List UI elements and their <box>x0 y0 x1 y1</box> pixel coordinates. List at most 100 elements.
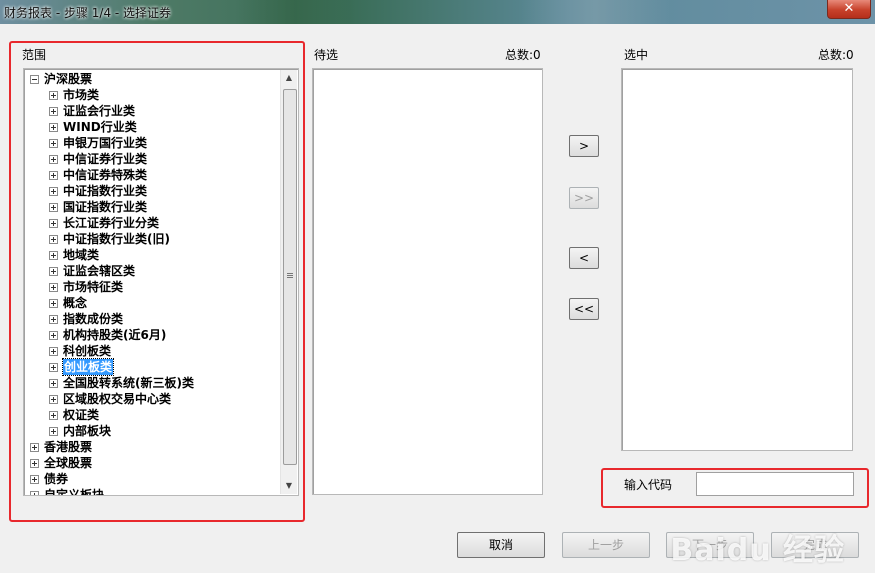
remove-button[interactable]: < <box>569 247 599 269</box>
tree-node-label: 创业板类 <box>61 358 115 376</box>
tree-node-label: 指数成份类 <box>63 312 124 326</box>
tree-node-root[interactable]: 沪深股票 <box>24 71 279 87</box>
expand-icon[interactable] <box>49 91 58 100</box>
tree-scrollbar[interactable]: ▲ ▼ <box>280 70 297 494</box>
expand-icon[interactable] <box>49 411 58 420</box>
expand-icon[interactable] <box>49 203 58 212</box>
tree-node[interactable]: 创业板类 <box>24 358 279 376</box>
watermark-logo: Baidu 经验 <box>670 533 845 568</box>
tree-node-root[interactable]: 债券 <box>24 471 279 487</box>
expand-icon[interactable] <box>49 219 58 228</box>
pending-list[interactable] <box>312 68 543 495</box>
tree-node-label: 全球股票 <box>44 456 93 470</box>
add-all-button[interactable]: >> <box>569 187 599 209</box>
collapse-icon[interactable] <box>30 75 39 84</box>
tree-node[interactable]: 中信证券特殊类 <box>24 167 279 183</box>
expand-icon[interactable] <box>49 315 58 324</box>
expand-icon[interactable] <box>49 251 58 260</box>
tree-node[interactable]: 长江证券行业分类 <box>24 215 279 231</box>
close-icon: ✕ <box>843 1 855 16</box>
tree-node-label: 机构持股类(近6月) <box>63 328 167 342</box>
tree-node[interactable]: 区域股权交易中心类 <box>24 391 279 407</box>
tree-node-label: 证监会行业类 <box>63 104 136 118</box>
tree-node[interactable]: 市场类 <box>24 87 279 103</box>
expand-icon[interactable] <box>49 347 58 356</box>
expand-icon[interactable] <box>49 123 58 132</box>
tree-node-root[interactable]: 香港股票 <box>24 439 279 455</box>
tree-node-label: 中信证券特殊类 <box>63 168 148 182</box>
tree-node[interactable]: 中信证券行业类 <box>24 151 279 167</box>
expand-icon[interactable] <box>30 443 39 452</box>
expand-icon[interactable] <box>30 459 39 468</box>
cancel-button[interactable]: 取消 <box>457 532 545 558</box>
tree-node[interactable]: 科创板类 <box>24 343 279 359</box>
tree-node[interactable]: 内部板块 <box>24 423 279 439</box>
expand-icon[interactable] <box>49 427 58 436</box>
tree-node-label: 香港股票 <box>44 440 93 454</box>
tree-node[interactable]: 国证指数行业类 <box>24 199 279 215</box>
tree-node-label: 区域股权交易中心类 <box>63 392 172 406</box>
expand-icon[interactable] <box>49 379 58 388</box>
expand-icon[interactable] <box>49 299 58 308</box>
selected-list[interactable] <box>621 68 853 451</box>
tree-node-label: 全国股转系统(新三板)类 <box>63 376 194 390</box>
range-tree[interactable]: 沪深股票市场类证监会行业类 WIND行业类 申银万国行业类 中信证券行业类 中信证券特殊… <box>23 68 299 496</box>
tree-node[interactable]: 证监会行业类 <box>24 103 279 119</box>
tree-node-label: 申银万国行业类 <box>63 136 148 150</box>
tree-node[interactable]: 中证指数行业类 <box>24 183 279 199</box>
remove-all-button[interactable]: << <box>569 298 599 320</box>
tree-node-label: 证监会辖区类 <box>63 264 136 278</box>
tree-node[interactable]: WIND行业类 <box>24 119 279 135</box>
tree-node-label: 科创板类 <box>63 344 112 358</box>
cancel-button-label: 取消 <box>488 538 513 552</box>
tree-node-label: 市场特征类 <box>63 280 124 294</box>
scroll-down-icon[interactable]: ▼ <box>281 478 297 494</box>
expand-icon[interactable] <box>49 107 58 116</box>
expand-icon[interactable] <box>49 171 58 180</box>
tree-node-label: WIND行业类 <box>63 120 137 134</box>
expand-icon[interactable] <box>49 155 58 164</box>
pending-label: 待选 <box>314 48 339 62</box>
expand-icon[interactable] <box>49 187 58 196</box>
expand-icon[interactable] <box>49 139 58 148</box>
tree-node[interactable]: 机构持股类(近6月) <box>24 327 279 343</box>
dialog-body: 范围 沪深股票市场类证监会行业类 WIND行业类 申银万国行业类 中信证券行业类 中信证… <box>0 24 875 573</box>
tree-node[interactable]: 指数成份类 <box>24 311 279 327</box>
expand-icon[interactable] <box>49 395 58 404</box>
remove-button-label: < <box>578 251 590 265</box>
code-input-field[interactable] <box>696 472 854 496</box>
tree-node[interactable]: 概念 <box>24 295 279 311</box>
expand-icon[interactable] <box>30 491 39 495</box>
tree-node-label: 市场类 <box>63 88 100 102</box>
tree-node-label: 内部板块 <box>63 424 112 438</box>
pending-count: 总数:0 <box>505 48 541 62</box>
tree-node[interactable]: 地域类 <box>24 247 279 263</box>
scroll-thumb[interactable] <box>283 89 297 465</box>
expand-icon[interactable] <box>49 235 58 244</box>
tree-node[interactable]: 申银万国行业类 <box>24 135 279 151</box>
close-button[interactable]: ✕ <box>827 0 871 19</box>
selected-count: 总数:0 <box>818 48 854 62</box>
selected-label: 选中 <box>624 48 649 62</box>
tree-node[interactable]: 权证类 <box>24 407 279 423</box>
tree-node-label: 概念 <box>63 296 88 310</box>
expand-icon[interactable] <box>49 331 58 340</box>
expand-icon[interactable] <box>49 283 58 292</box>
tree-node[interactable]: 证监会辖区类 <box>24 263 279 279</box>
range-label: 范围 <box>22 48 47 62</box>
tree-node[interactable]: 市场特征类 <box>24 279 279 295</box>
tree-node-label: 沪深股票 <box>44 72 93 86</box>
expand-icon[interactable] <box>49 267 58 276</box>
add-button-label: > <box>578 139 590 153</box>
prev-button-label: 上一步 <box>587 538 624 552</box>
tree-node-root[interactable]: 全球股票 <box>24 455 279 471</box>
tree-node[interactable]: 中证指数行业类(旧) <box>24 231 279 247</box>
prev-button[interactable]: 上一步 <box>562 532 650 558</box>
tree-node-root[interactable]: 自定义板块 <box>24 487 279 495</box>
scroll-up-icon[interactable]: ▲ <box>281 70 297 86</box>
tree-node-label: 权证类 <box>63 408 100 422</box>
add-button[interactable]: > <box>569 135 599 157</box>
tree-node[interactable]: 全国股转系统(新三板)类 <box>24 375 279 391</box>
expand-icon[interactable] <box>30 475 39 484</box>
expand-icon[interactable] <box>49 363 58 372</box>
